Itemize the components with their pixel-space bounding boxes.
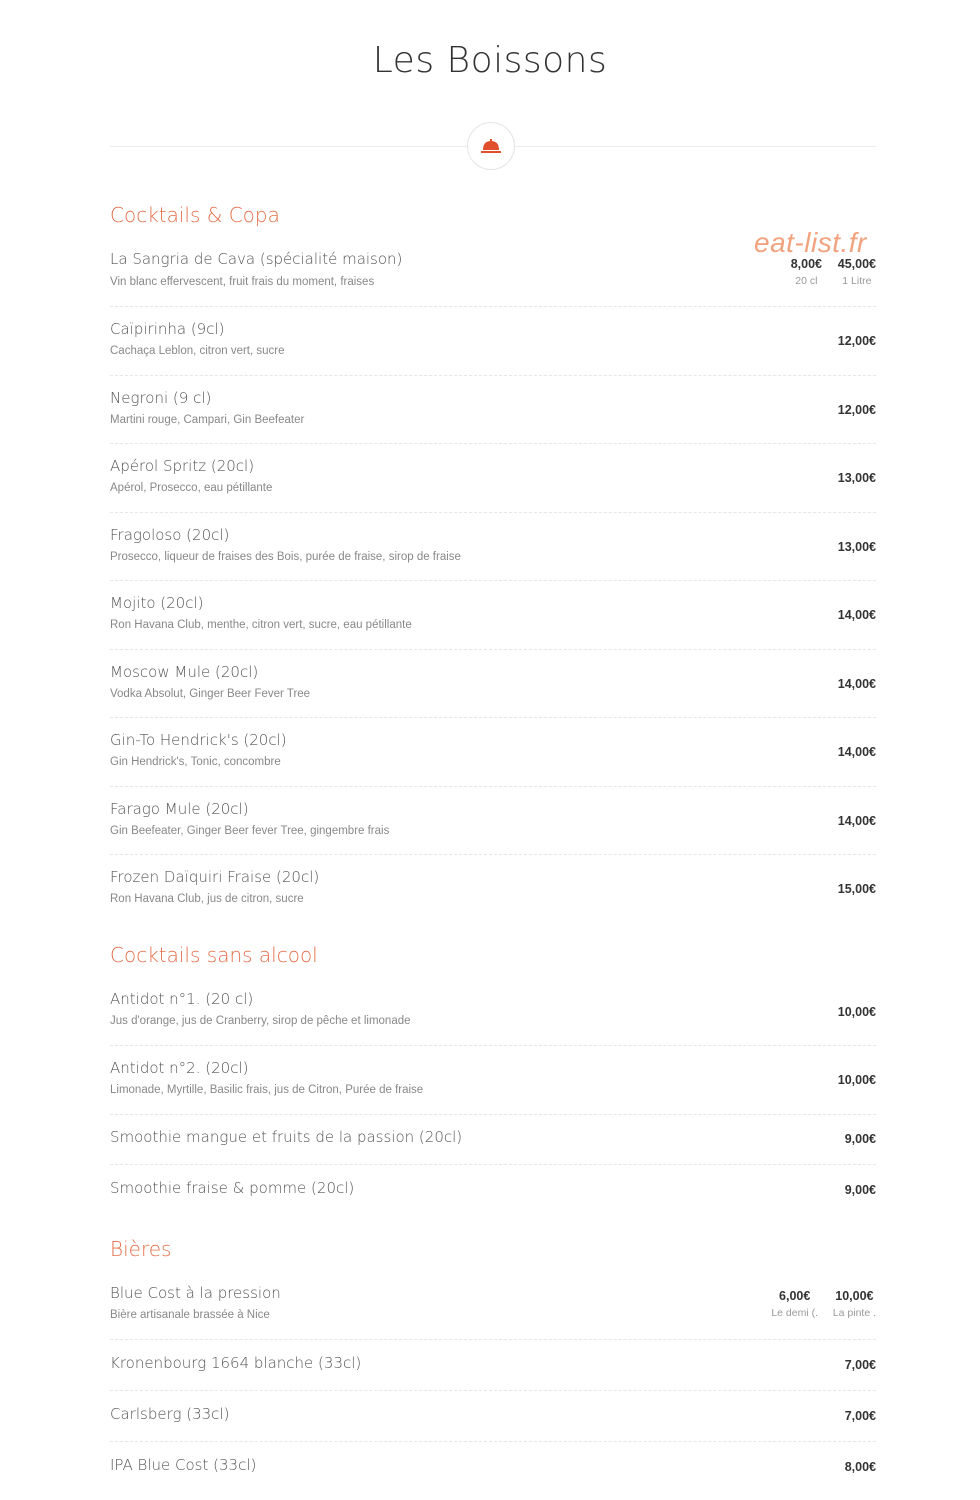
item-price: 10,00€ (837, 1073, 876, 1087)
section-title-sans-alcool: Cocktails sans alcool (110, 943, 318, 967)
price-value: 10,00€ (835, 1289, 874, 1303)
item-price: 12,00€ (837, 403, 876, 417)
item-description: Limonade, Myrtille, Basilic frais, jus d… (110, 1084, 424, 1096)
menu-item: Blue Cost à la pression Bière artisanale… (110, 1284, 876, 1340)
item-name: Mojito (20cl) (110, 594, 204, 612)
item-price: 15,00€ (837, 882, 876, 896)
item-name: Gin-To Hendrick's (20cl) (110, 731, 287, 749)
item-name: IPA Blue Cost (33cl) (110, 1456, 257, 1474)
menu-item: Farago Mule (20cl) Gin Beefeater, Ginger… (110, 798, 876, 855)
price-value: 45,00€ (837, 257, 876, 271)
serving-cloche-icon (481, 139, 501, 153)
section-title-cocktails: Cocktails & Copa (110, 203, 280, 227)
item-name: Fragoloso (20cl) (110, 526, 230, 544)
item-price: 7,00€ (844, 1409, 876, 1423)
item-description: Cachaça Leblon, citron vert, sucre (110, 345, 285, 357)
item-description: Ron Havana Club, jus de citron, sucre (110, 893, 304, 905)
menu-item: Frozen Daïquiri Fraise (20cl) Ron Havana… (110, 866, 876, 916)
item-name: Antidot n°2. (20cl) (110, 1059, 249, 1077)
item-price: 14,00€ (837, 677, 876, 691)
item-description: Gin Hendrick's, Tonic, concombre (110, 756, 281, 768)
menu-item: Caïpirinha (9cl) Cachaça Leblon, citron … (110, 318, 876, 376)
item-description: Apérol, Prosecco, eau pétillante (110, 482, 273, 494)
item-name: Kronenbourg 1664 blanche (33cl) (110, 1354, 362, 1372)
item-name: Frozen Daïquiri Fraise (20cl) (110, 868, 320, 886)
section-title-bieres: Bières (110, 1237, 172, 1261)
item-name: Negroni (9 cl) (110, 389, 212, 407)
price-option: 10,00€ La pinte . (833, 1289, 876, 1319)
price-unit: Le demi (. (771, 1307, 818, 1319)
menu-item: Antidot n°1. (20 cl) Jus d'orange, jus d… (110, 990, 876, 1046)
item-description: Vodka Absolut, Ginger Beer Fever Tree (110, 688, 311, 700)
item-name: Moscow Mule (20cl) (110, 663, 259, 681)
item-description: Ron Havana Club, menthe, citron vert, su… (110, 619, 412, 631)
menu-item: Moscow Mule (20cl) Vodka Absolut, Ginger… (110, 661, 876, 718)
price-option: 8,00€ 20 cl (791, 257, 822, 287)
item-price: 14,00€ (837, 608, 876, 622)
divider-medallion (467, 122, 515, 170)
price-unit: La pinte . (832, 1307, 876, 1319)
price-value: 6,00€ (779, 1289, 811, 1303)
price-option: 6,00€ Le demi (. (771, 1289, 818, 1319)
title-divider (110, 122, 876, 172)
item-name: Caïpirinha (9cl) (110, 320, 225, 338)
item-name: Apérol Spritz (20cl) (110, 457, 255, 475)
item-description: Martini rouge, Campari, Gin Beefeater (110, 414, 305, 426)
item-description: Jus d'orange, jus de Cranberry, sirop de… (110, 1015, 411, 1027)
price-option: 45,00€ 1 Litre (838, 257, 876, 287)
menu-item: Mojito (20cl) Ron Havana Club, menthe, c… (110, 592, 876, 650)
menu-item: Smoothie mangue et fruits de la passion … (110, 1126, 876, 1165)
menu-item: Gin-To Hendrick's (20cl) Gin Hendrick's,… (110, 729, 876, 787)
item-price: 12,00€ (837, 334, 876, 348)
item-name: La Sangria de Cava (spécialité maison) (110, 250, 403, 268)
item-description: Prosecco, liqueur de fraises des Bois, p… (110, 551, 461, 563)
item-price: 9,00€ (844, 1183, 876, 1197)
menu-item: Antidot n°2. (20cl) Limonade, Myrtille, … (110, 1058, 876, 1115)
menu-item: Apérol Spritz (20cl) Apérol, Prosecco, e… (110, 455, 876, 513)
menu-item: La Sangria de Cava (spécialité maison) V… (110, 250, 876, 307)
item-description: Bière artisanale brassée à Nice (110, 1309, 270, 1321)
item-price: 14,00€ (837, 814, 876, 828)
item-price: 13,00€ (837, 540, 876, 554)
page-title: Les Boissons (372, 40, 608, 81)
item-description: Gin Beefeater, Ginger Beer fever Tree, g… (110, 825, 390, 837)
menu-item: Negroni (9 cl) Martini rouge, Campari, G… (110, 387, 876, 444)
menu-item: Carlsberg (33cl) 7,00€ (110, 1403, 876, 1442)
menu-item: Kronenbourg 1664 blanche (33cl) 7,00€ (110, 1352, 876, 1391)
menu-item: Smoothie fraise & pomme (20cl) 9,00€ (110, 1177, 876, 1207)
item-name: Carlsberg (33cl) (110, 1405, 230, 1423)
item-price: 13,00€ (837, 471, 876, 485)
item-price: 10,00€ (837, 1005, 876, 1019)
item-name: Smoothie fraise & pomme (20cl) (110, 1179, 355, 1197)
item-price: 9,00€ (844, 1132, 876, 1146)
price-unit: 1 Litre (842, 275, 872, 287)
item-name: Blue Cost à la pression (110, 1284, 281, 1302)
menu-item: Fragoloso (20cl) Prosecco, liqueur de fr… (110, 524, 876, 581)
menu-item: IPA Blue Cost (33cl) 8,00€ (110, 1454, 876, 1484)
price-unit: 20 cl (795, 275, 818, 287)
price-value: 8,00€ (790, 257, 822, 271)
item-name: Smoothie mangue et fruits de la passion … (110, 1128, 463, 1146)
item-name: Antidot n°1. (20 cl) (110, 990, 254, 1008)
item-description: Vin blanc effervescent, fruit frais du m… (110, 276, 375, 288)
item-name: Farago Mule (20cl) (110, 800, 249, 818)
item-price: 14,00€ (837, 745, 876, 759)
item-price: 8,00€ (844, 1460, 876, 1474)
item-price: 7,00€ (844, 1358, 876, 1372)
